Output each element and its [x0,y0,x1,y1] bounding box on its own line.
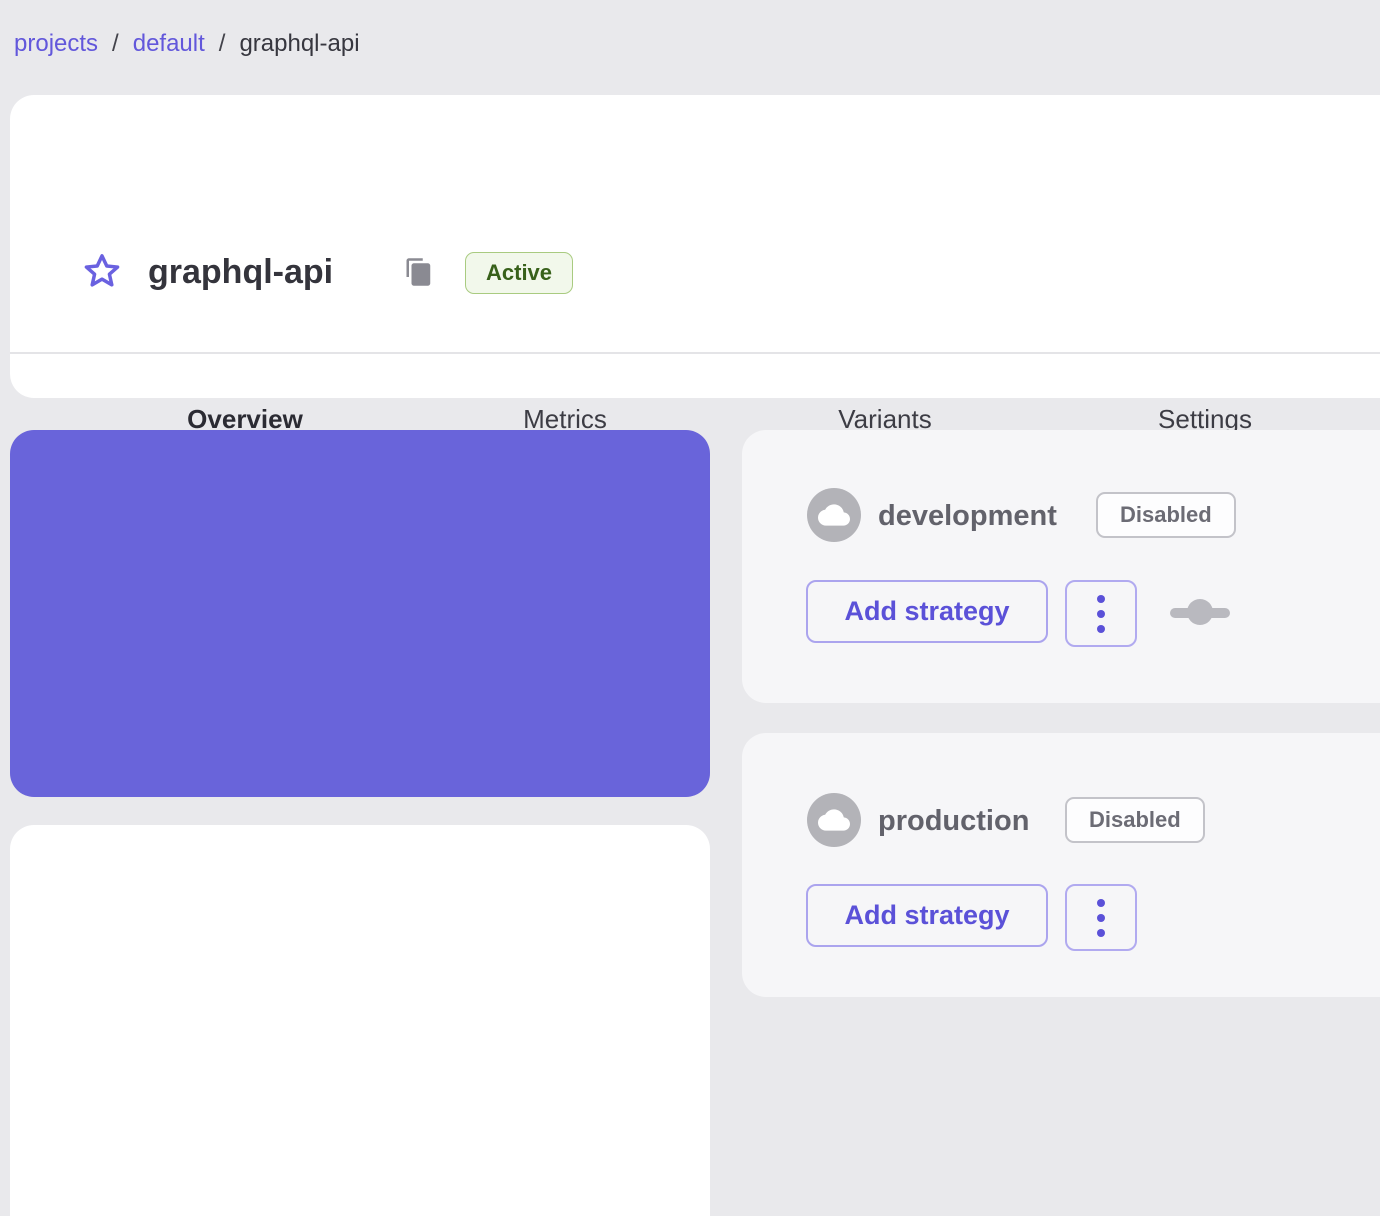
page-title: graphql-api [148,253,334,291]
kebab-dot [1097,609,1105,618]
cloud-icon [807,488,861,542]
breadcrumb-separator: / [218,30,226,57]
environment-name: development [878,500,1057,532]
enabled-environments-card: Enabled in environments (0) ? developmen… [10,825,710,1216]
copy-name-icon[interactable] [404,255,434,289]
breadcrumb-current: graphql-api [239,30,360,57]
breadcrumb-separator: / [112,30,119,57]
environment-status-badge: Disabled [1096,492,1236,538]
environment-card-development: development Disabled Add strategy [742,430,1380,703]
add-strategy-button[interactable]: Add strategy [806,884,1048,947]
environment-menu-button[interactable] [1065,884,1137,951]
environment-menu-button[interactable] [1065,580,1137,647]
environment-status-badge: Disabled [1065,797,1205,843]
feature-header-card: graphql-api Active Overview Metrics Vari… [10,95,1380,656]
status-badge: Active [465,252,574,294]
toggle-info-card: Release toggle Project: default No descr… [10,430,710,1160]
kebab-dot [1097,898,1105,907]
strategy-slider-icon [1170,598,1230,626]
kebab-dot [1097,594,1105,603]
environment-card-production: production Disabled Add strategy [742,733,1380,997]
kebab-dot [1097,624,1105,633]
breadcrumb-link-default[interactable]: default [133,30,205,58]
breadcrumb: projects / default / graphql-api [14,30,360,58]
environment-name: production [878,805,1030,837]
add-strategy-button[interactable]: Add strategy [806,580,1048,643]
feature-header-row: graphql-api Active [10,95,1380,294]
kebab-dot [1097,928,1105,937]
kebab-dot [1097,913,1105,922]
breadcrumb-link-projects[interactable]: projects [14,30,98,58]
slider-knob [1187,599,1213,625]
cloud-icon [807,793,861,847]
favorite-star-icon[interactable] [80,250,124,294]
